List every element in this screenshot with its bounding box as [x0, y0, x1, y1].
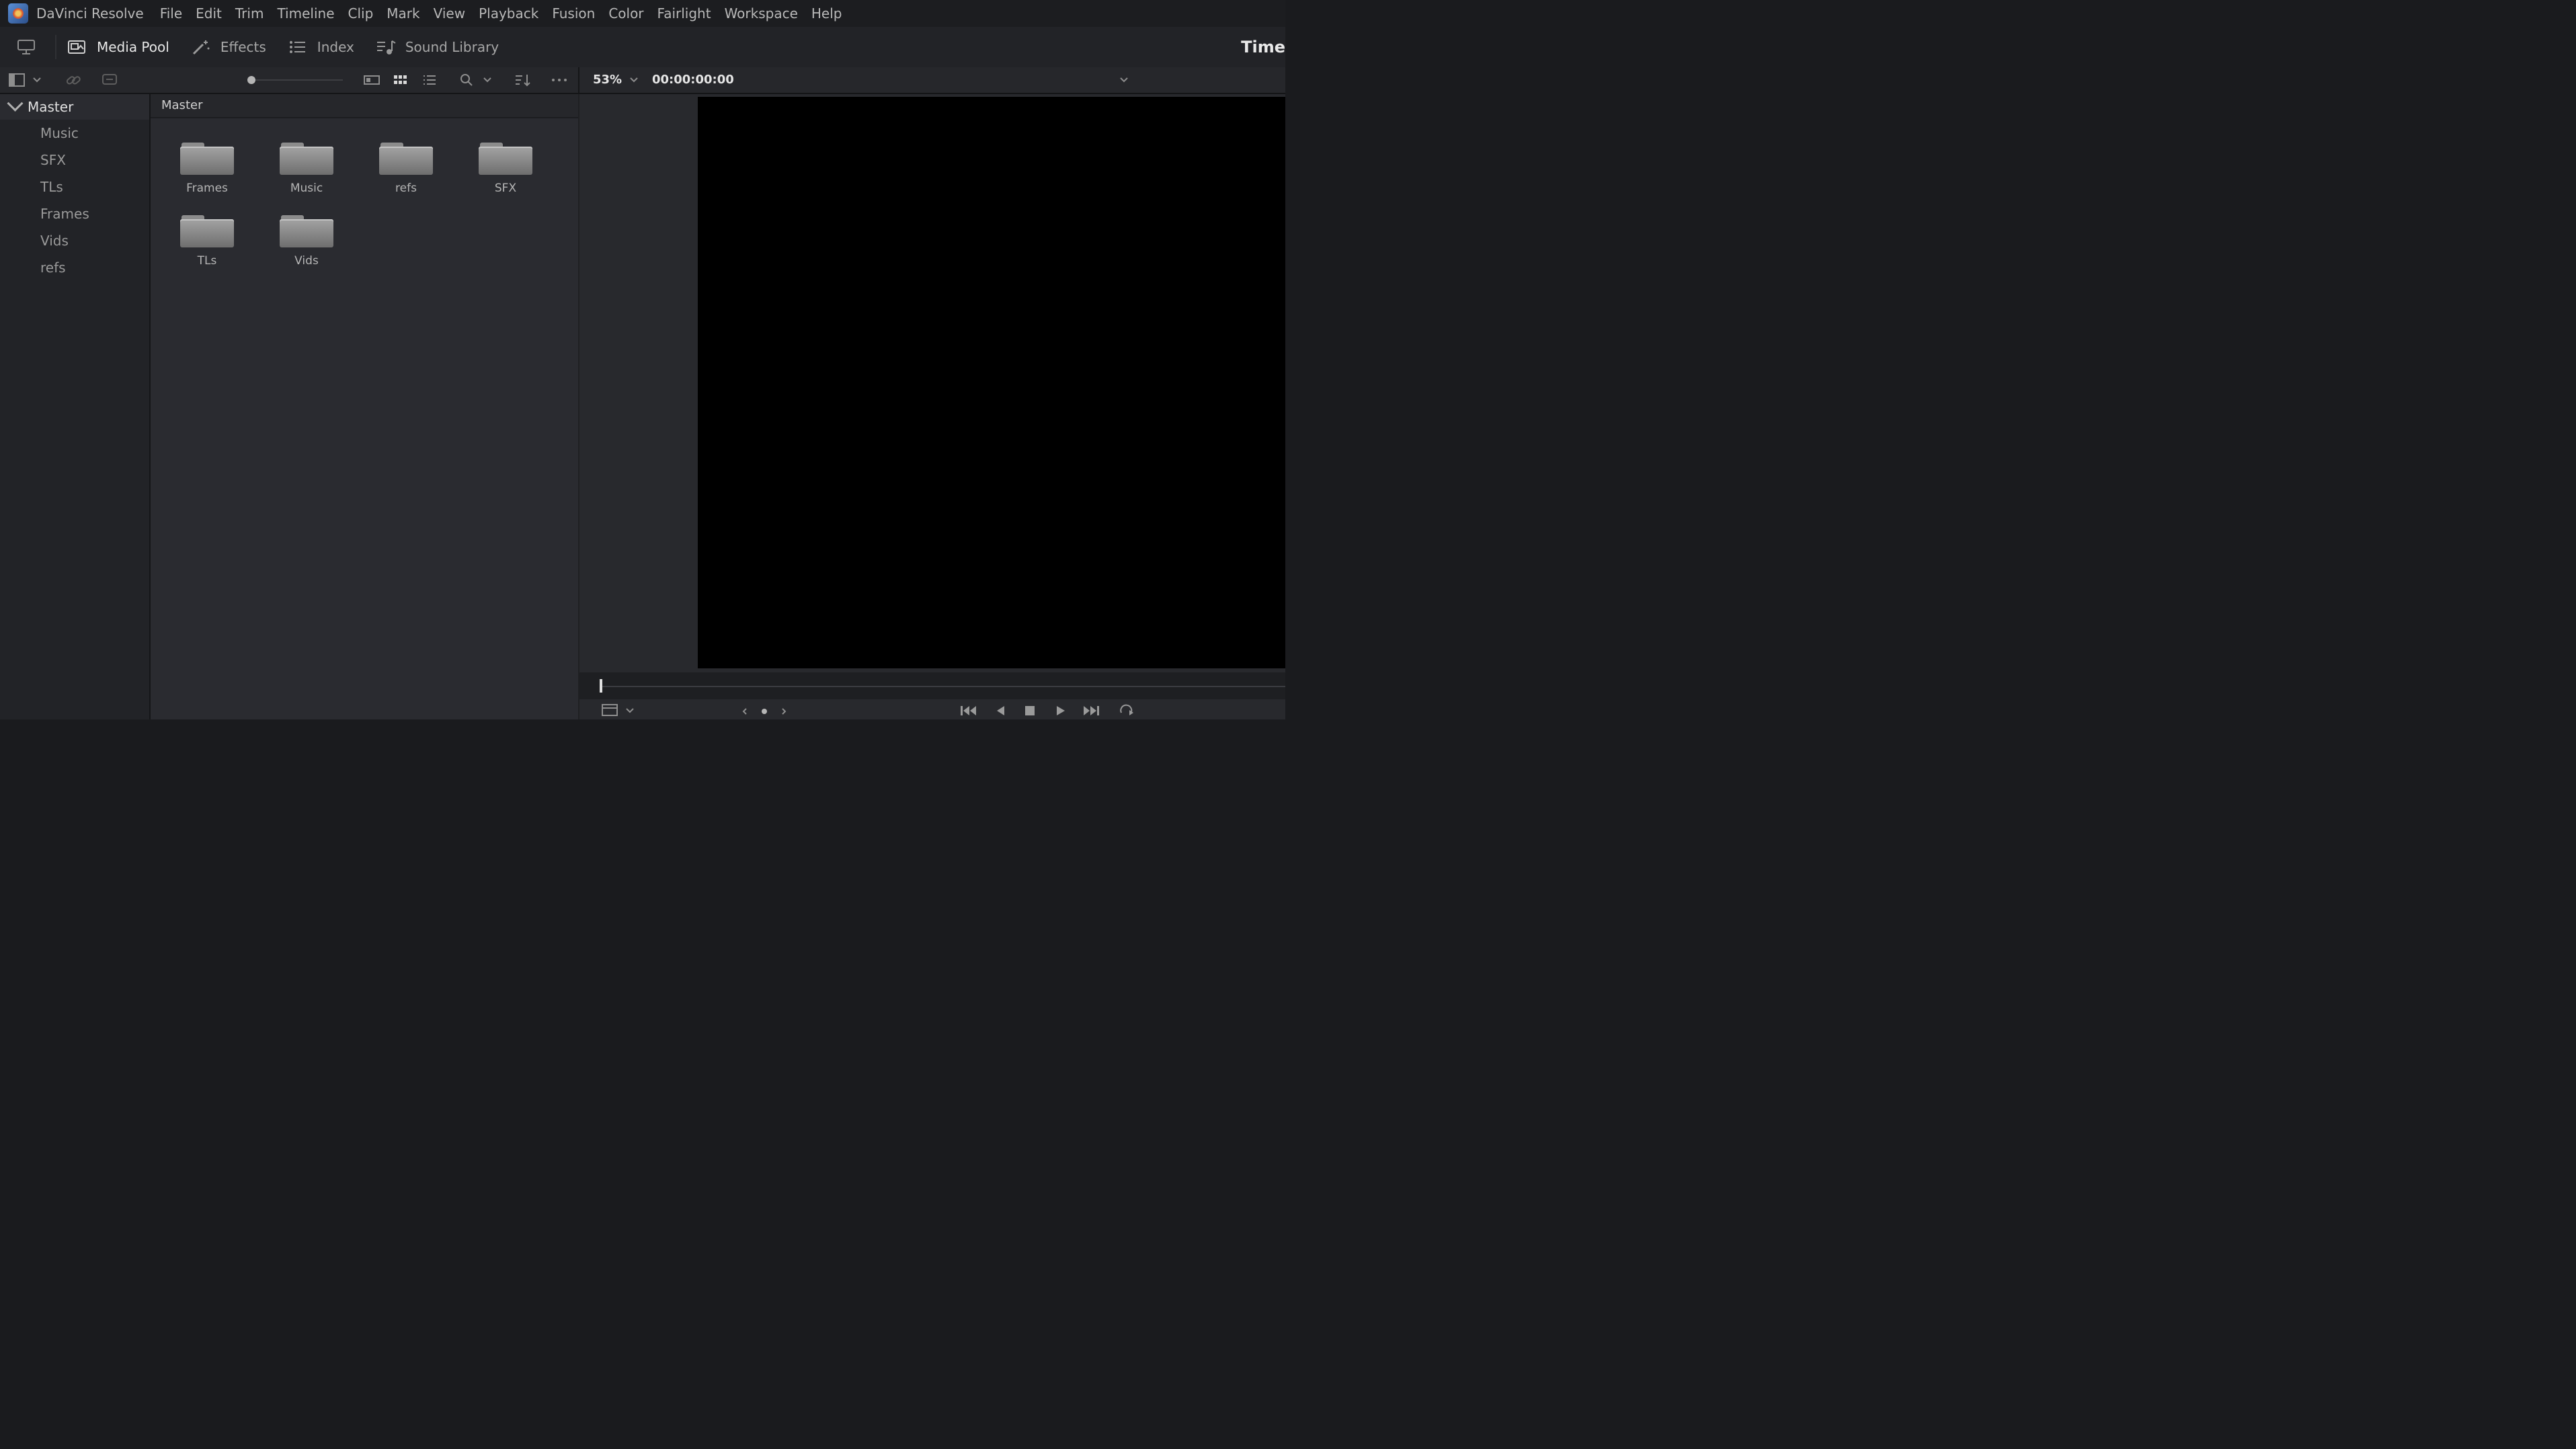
- chevron-down-icon[interactable]: [32, 73, 42, 87]
- folder-sfx[interactable]: SFX: [456, 143, 555, 195]
- menu-view[interactable]: View: [427, 0, 472, 27]
- panel-layout-icon[interactable]: [8, 73, 26, 87]
- more-options-icon[interactable]: [550, 73, 569, 87]
- timeline-panel-title[interactable]: Time: [1241, 27, 1285, 67]
- folder-icon: [280, 215, 333, 247]
- sort-icon[interactable]: [514, 73, 532, 87]
- metadata-icon[interactable]: [101, 73, 118, 87]
- sound-library-icon: [376, 40, 396, 54]
- chevron-down-icon[interactable]: [625, 702, 635, 717]
- stop-icon[interactable]: [1023, 702, 1037, 717]
- folder-vids[interactable]: Vids: [257, 215, 356, 268]
- menu-fairlight[interactable]: Fairlight: [651, 0, 718, 27]
- folder-icon: [479, 143, 532, 175]
- bin-item-sfx[interactable]: SFX: [0, 147, 149, 173]
- menu-mark[interactable]: Mark: [380, 0, 426, 27]
- go-to-start-icon[interactable]: [959, 702, 979, 717]
- zoom-chevron-down-icon[interactable]: [629, 73, 639, 87]
- transport-controls: [579, 699, 1285, 719]
- monitor-toggle-button[interactable]: [0, 27, 55, 67]
- panel-control-bar: 53% 00:00:00:00: [0, 67, 1285, 94]
- media-pool-icon: [68, 40, 85, 54]
- menu-app-name[interactable]: DaVinci Resolve: [36, 0, 153, 27]
- folder-label: Music: [290, 182, 323, 195]
- menu-file[interactable]: File: [153, 0, 189, 27]
- metadata-view-icon[interactable]: [363, 73, 380, 87]
- module-toolbar: Media Pool Effects Index Sound Library T…: [0, 27, 1285, 69]
- folder-icon: [379, 143, 433, 175]
- menu-color[interactable]: Color: [602, 0, 650, 27]
- list-view-icon[interactable]: [421, 73, 438, 87]
- menu-edit[interactable]: Edit: [189, 0, 229, 27]
- menu-clip[interactable]: Clip: [341, 0, 380, 27]
- media-pool-grid: Master Frames Music refs SFX TLs Vids: [151, 94, 578, 719]
- folder-refs[interactable]: refs: [356, 143, 456, 195]
- bin-item-refs[interactable]: refs: [0, 254, 149, 281]
- resolve-logo-icon[interactable]: [8, 3, 28, 24]
- panel-divider: [578, 67, 579, 93]
- menu-fusion[interactable]: Fusion: [545, 0, 602, 27]
- thumbnail-view-icon[interactable]: [392, 73, 409, 87]
- folder-icon: [180, 143, 234, 175]
- folder-icon: [280, 143, 333, 175]
- go-to-end-icon[interactable]: [1081, 702, 1101, 717]
- media-pool-button[interactable]: Media Pool: [56, 27, 180, 67]
- play-icon[interactable]: [1054, 702, 1068, 717]
- effects-button[interactable]: Effects: [180, 27, 277, 67]
- folder-label: Vids: [294, 254, 319, 268]
- index-button[interactable]: Index: [277, 27, 365, 67]
- source-viewer: [579, 94, 1285, 719]
- menu-workspace[interactable]: Workspace: [718, 0, 805, 27]
- viewer-options-chevron-icon[interactable]: [1119, 73, 1129, 87]
- playhead-handle[interactable]: [600, 679, 602, 693]
- folder-label: TLs: [197, 254, 217, 268]
- folder-label: Frames: [186, 182, 228, 195]
- index-label: Index: [317, 39, 354, 55]
- jog-wheel-icon[interactable]: [741, 702, 788, 717]
- bin-master-label: Master: [28, 99, 74, 115]
- folder-frames[interactable]: Frames: [157, 143, 257, 195]
- search-icon[interactable]: [458, 73, 475, 87]
- menu-bar: DaVinci Resolve File Edit Trim Timeline …: [0, 0, 1285, 27]
- sound-library-label: Sound Library: [405, 39, 499, 55]
- bin-list-panel: Master Music SFX TLs Frames Vids refs: [0, 94, 151, 719]
- bin-master[interactable]: Master: [0, 94, 149, 120]
- list-icon: [289, 41, 305, 53]
- effects-label: Effects: [220, 39, 266, 55]
- bin-item-vids[interactable]: Vids: [0, 227, 149, 254]
- monitor-icon: [17, 40, 35, 54]
- bin-item-music[interactable]: Music: [0, 120, 149, 147]
- menu-help[interactable]: Help: [805, 0, 849, 27]
- scrubber-track[interactable]: [600, 686, 1285, 687]
- media-pool-label: Media Pool: [97, 39, 169, 55]
- play-reverse-icon[interactable]: [994, 702, 1007, 717]
- bin-item-tls[interactable]: TLs: [0, 173, 149, 200]
- chevron-down-icon[interactable]: [7, 95, 24, 112]
- viewer-zoom-level[interactable]: 53%: [593, 73, 622, 87]
- scrubber-bar[interactable]: [579, 672, 1285, 699]
- folder-label: SFX: [494, 182, 517, 195]
- search-options-chevron-icon[interactable]: [483, 73, 492, 87]
- pool-breadcrumb: Master: [151, 94, 578, 118]
- davinci-resolve-window: DaVinci Resolve File Edit Trim Timeline …: [0, 0, 1285, 719]
- menu-timeline[interactable]: Timeline: [270, 0, 341, 27]
- loop-icon[interactable]: [1117, 702, 1137, 717]
- viewer-canvas[interactable]: [698, 97, 1285, 668]
- bin-item-frames[interactable]: Frames: [0, 200, 149, 227]
- magic-wand-icon: [192, 40, 210, 55]
- menu-trim[interactable]: Trim: [229, 0, 271, 27]
- thumbnail-size-slider[interactable]: [243, 73, 344, 87]
- link-icon[interactable]: [65, 73, 82, 87]
- folder-label: refs: [395, 182, 417, 195]
- viewer-mode-icon[interactable]: [601, 702, 620, 717]
- folder-tls[interactable]: TLs: [157, 215, 257, 268]
- menu-playback[interactable]: Playback: [472, 0, 545, 27]
- viewer-timecode[interactable]: 00:00:00:00: [652, 73, 734, 87]
- folder-icon: [180, 215, 234, 247]
- sound-library-button[interactable]: Sound Library: [365, 27, 510, 67]
- folder-music[interactable]: Music: [257, 143, 356, 195]
